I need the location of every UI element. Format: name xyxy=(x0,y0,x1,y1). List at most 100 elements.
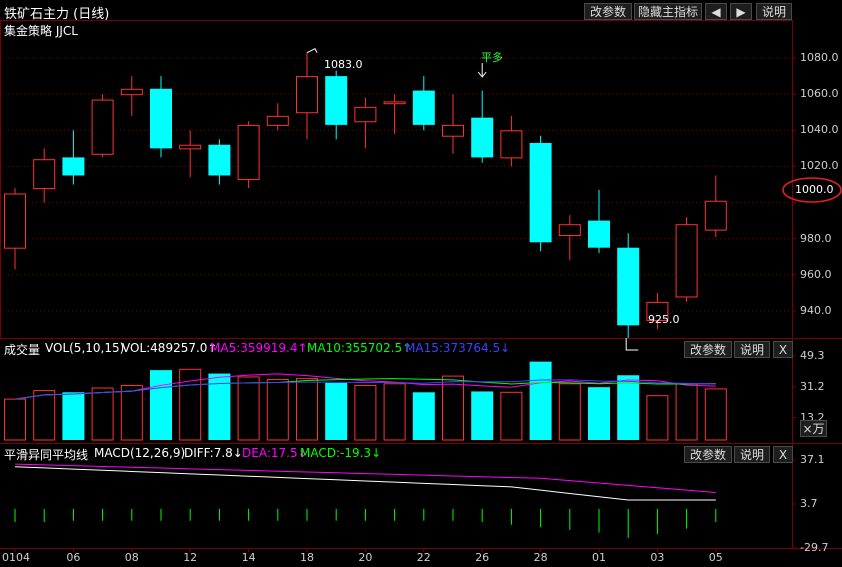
low-callout-line xyxy=(625,338,639,351)
volume-bar xyxy=(412,392,435,440)
candle-body xyxy=(237,124,260,181)
date-tick-label: 12 xyxy=(183,551,198,564)
candle-body xyxy=(500,130,523,159)
date-tick-label: 06 xyxy=(66,551,81,564)
volume-help-button[interactable]: 说明 xyxy=(734,341,770,358)
macd-diff-line xyxy=(14,466,716,501)
high-price-annotation: 1083.0 xyxy=(324,58,363,71)
macd-close-icon[interactable]: X xyxy=(773,446,793,463)
candle-body xyxy=(33,159,56,190)
volume-bar xyxy=(150,370,172,440)
date-tick-label: 01 xyxy=(592,551,606,564)
volume-ma5: MA5:359919.4↑ xyxy=(210,341,308,355)
candle-body xyxy=(354,106,377,123)
candle-body xyxy=(266,115,289,126)
candle-body xyxy=(296,76,318,114)
candle-body xyxy=(179,144,202,150)
chart-window: 铁矿石主力 (日线) 改参数 隐藏主指标 ◀ ▶ 说明 集金策略 JJCL 10… xyxy=(0,0,842,567)
main-panel-frame xyxy=(0,20,793,339)
candle-body xyxy=(91,99,114,155)
chart-canvas xyxy=(0,20,842,552)
volume-ma10: MA10:355702.5↑ xyxy=(307,341,413,355)
volume-bar xyxy=(471,391,494,440)
volume-bar xyxy=(704,388,727,441)
price-tick-label: 1060.0 xyxy=(800,87,839,101)
date-tick-label: 22 xyxy=(416,551,431,564)
date-tick-label: 03 xyxy=(650,551,665,564)
candle-body xyxy=(412,90,435,125)
volume-bar xyxy=(500,391,523,441)
price-tick-label: 940.0 xyxy=(800,303,832,317)
signal-annotation: 平多 xyxy=(481,51,503,64)
macd-value: MACD:-19.3↓ xyxy=(300,446,382,460)
candle-body xyxy=(120,88,143,96)
highlighted-price-label: 1000.0 xyxy=(795,183,834,196)
volume-bar xyxy=(442,375,464,441)
candle-body xyxy=(558,224,581,237)
macd-tick-label: 3.7 xyxy=(800,497,818,510)
price-tick-label: 1040.0 xyxy=(800,123,839,137)
candle-body xyxy=(208,144,231,176)
candle-body xyxy=(529,142,552,243)
volume-ma15: MA15:373764.5↓ xyxy=(405,341,511,355)
date-tick-label: 0104 xyxy=(2,551,30,564)
volume-unit-button[interactable]: ×万 xyxy=(800,420,827,437)
volume-params: VOL(5,10,15) xyxy=(45,341,125,355)
volume-close-icon[interactable]: X xyxy=(773,341,793,358)
price-tick-label: 1080.0 xyxy=(800,51,839,65)
volume-bar xyxy=(558,383,581,441)
high-callout-line xyxy=(306,47,318,54)
volume-bar xyxy=(62,392,85,440)
volume-bar xyxy=(33,390,56,441)
volume-tick-label: 31.2 xyxy=(800,379,825,393)
date-tick-label: 18 xyxy=(300,551,314,564)
volume-bar xyxy=(91,387,114,441)
volume-bar xyxy=(4,398,26,441)
date-tick-label: 20 xyxy=(358,551,373,564)
date-tick-label: 26 xyxy=(475,551,490,564)
candle-body xyxy=(704,200,727,231)
candle-body xyxy=(325,76,348,125)
candle-body xyxy=(588,220,610,248)
date-tick-label: 14 xyxy=(241,551,256,564)
candle-body xyxy=(442,124,464,137)
macd-help-button[interactable]: 说明 xyxy=(734,446,770,463)
price-tick-label: 960.0 xyxy=(800,267,832,281)
candle-body xyxy=(383,101,406,105)
volume-value: VOL:489257.0↑ xyxy=(122,341,218,355)
macd-tick-label: 37.1 xyxy=(800,453,825,466)
volume-bar xyxy=(529,361,552,440)
candle-body xyxy=(471,117,494,158)
candle-body xyxy=(675,224,698,298)
price-tick-label: 980.0 xyxy=(800,231,832,245)
macd-change-params-button[interactable]: 改参数 xyxy=(684,446,732,463)
candle-body xyxy=(617,247,640,326)
volume-label: 成交量 xyxy=(4,343,41,357)
macd-diff: DIFF:7.8↓ xyxy=(184,446,243,460)
volume-change-params-button[interactable]: 改参数 xyxy=(684,341,732,358)
macd-dea-line xyxy=(14,463,716,494)
volume-bar xyxy=(675,383,698,441)
macd-tick-label: -29.7 xyxy=(800,541,829,554)
date-tick-label: 08 xyxy=(124,551,139,564)
candle-body xyxy=(150,88,172,149)
macd-dea: DEA:17.5↓ xyxy=(242,446,308,460)
macd-label: 平滑异同平均线 xyxy=(4,448,89,462)
date-tick-label: 05 xyxy=(708,551,723,564)
volume-bar xyxy=(588,387,610,440)
volume-bar xyxy=(617,375,640,440)
low-price-annotation: 925.0 xyxy=(648,313,680,326)
volume-bar xyxy=(296,378,318,441)
volume-bar xyxy=(354,384,377,441)
volume-bar xyxy=(383,383,406,441)
candle-body xyxy=(62,157,85,176)
volume-bar xyxy=(120,384,143,441)
candle-body xyxy=(4,193,26,249)
volume-bar xyxy=(266,379,289,441)
volume-bar xyxy=(325,382,348,440)
volume-bar xyxy=(237,376,260,441)
macd-params: MACD(12,26,9) xyxy=(94,446,186,460)
price-tick-label: 1020.0 xyxy=(800,159,839,173)
date-tick-label: 28 xyxy=(533,551,548,564)
volume-tick-label: 49.3 xyxy=(800,349,825,362)
